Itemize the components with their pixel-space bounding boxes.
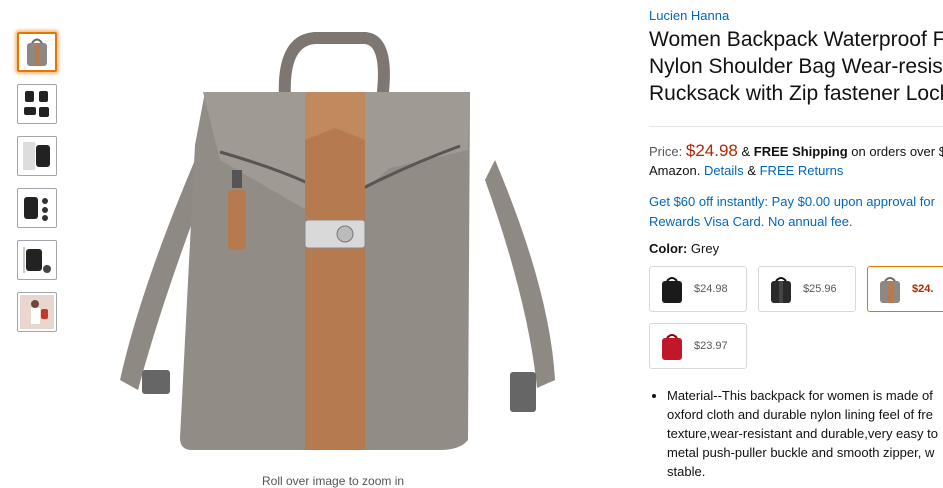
divider	[649, 126, 943, 127]
title-line-1: Women Backpack Waterproof F	[649, 28, 943, 51]
thumbnail-strip	[17, 32, 61, 344]
thumbnail-black-backpack-views[interactable]	[17, 84, 57, 124]
price-label: Price:	[649, 144, 683, 159]
main-product-image[interactable]	[100, 0, 590, 470]
swatch-black-alt[interactable]: $25.96	[758, 266, 856, 312]
thumbnail-black-backpack-size[interactable]	[17, 240, 57, 280]
thumbnail-black-backpack-detail[interactable]	[17, 136, 57, 176]
shipping-details-row: Amazon. Details & FREE Returns	[649, 163, 843, 178]
title-line-2: Nylon Shoulder Bag Wear-resis	[649, 55, 943, 78]
promo-line-2: Rewards Visa Card. No annual fee.	[649, 214, 853, 229]
swatch-price: $24.98	[694, 283, 728, 295]
swatch-black[interactable]: $24.98	[649, 266, 747, 312]
color-value: Grey	[690, 241, 720, 256]
amazon-text: Amazon.	[649, 163, 701, 178]
thumbnail-grey-backpack[interactable]	[17, 32, 57, 72]
orders-over-text: on orders over $	[851, 144, 943, 159]
feature-line: Material--This backpack for women is mad…	[667, 388, 933, 403]
red-backpack-icon	[650, 326, 694, 366]
swatch-price: $25.96	[803, 283, 837, 295]
thumbnail-model-wearing-backpack[interactable]	[17, 292, 57, 332]
product-info-panel: Lucien Hanna Women Backpack Waterproof F…	[649, 0, 943, 480]
promo-line-1: Get $60 off instantly: Pay $0.00 upon ap…	[649, 194, 935, 209]
details-link[interactable]: Details	[704, 163, 744, 178]
credit-card-promo[interactable]: Get $60 off instantly: Pay $0.00 upon ap…	[649, 192, 935, 232]
feature-bullet: Material--This backpack for women is mad…	[667, 386, 943, 480]
black-backpack-icon	[759, 269, 803, 309]
swatch-grey[interactable]: $24.	[867, 266, 943, 312]
amp: &	[741, 144, 751, 159]
feature-line: stable.	[667, 464, 706, 479]
title-line-3: Rucksack with Zip fastener Lock	[649, 82, 943, 105]
swatch-red[interactable]: $23.97	[649, 323, 747, 369]
zoom-hint: Roll over image to zoom in	[262, 474, 405, 488]
grey-backpack-icon	[868, 269, 912, 309]
feature-line: texture,wear-resistant and durable,very …	[667, 426, 938, 441]
amp-2: &	[747, 163, 756, 178]
lock-icon	[304, 219, 366, 249]
right-strap-icon	[485, 160, 555, 388]
swatch-price: $23.97	[694, 340, 728, 352]
left-buckle-icon	[142, 370, 170, 394]
free-returns-link[interactable]: FREE Returns	[760, 163, 844, 178]
zipper-pull-icon	[228, 190, 246, 250]
feature-bullets: Material--This backpack for women is mad…	[649, 386, 943, 480]
right-buckle-icon	[510, 372, 536, 412]
color-selector-label: Color: Grey	[649, 241, 719, 256]
color-label: Color:	[649, 241, 688, 256]
free-shipping-label: FREE Shipping	[753, 144, 848, 159]
brand-link[interactable]: Lucien Hanna	[649, 8, 729, 23]
price-value: $24.98	[685, 141, 738, 160]
black-backpack-icon	[650, 269, 694, 309]
price-row: Price: $24.98 & FREE Shipping on orders …	[649, 141, 943, 161]
thumbnail-black-backpack-features[interactable]	[17, 188, 57, 228]
feature-line: oxford cloth and durable nylon lining fe…	[667, 407, 933, 422]
product-title: Women Backpack Waterproof F Nylon Should…	[649, 26, 943, 107]
swatch-price: $24.	[912, 283, 934, 295]
feature-line: metal push-puller buckle and smooth zipp…	[667, 445, 935, 460]
